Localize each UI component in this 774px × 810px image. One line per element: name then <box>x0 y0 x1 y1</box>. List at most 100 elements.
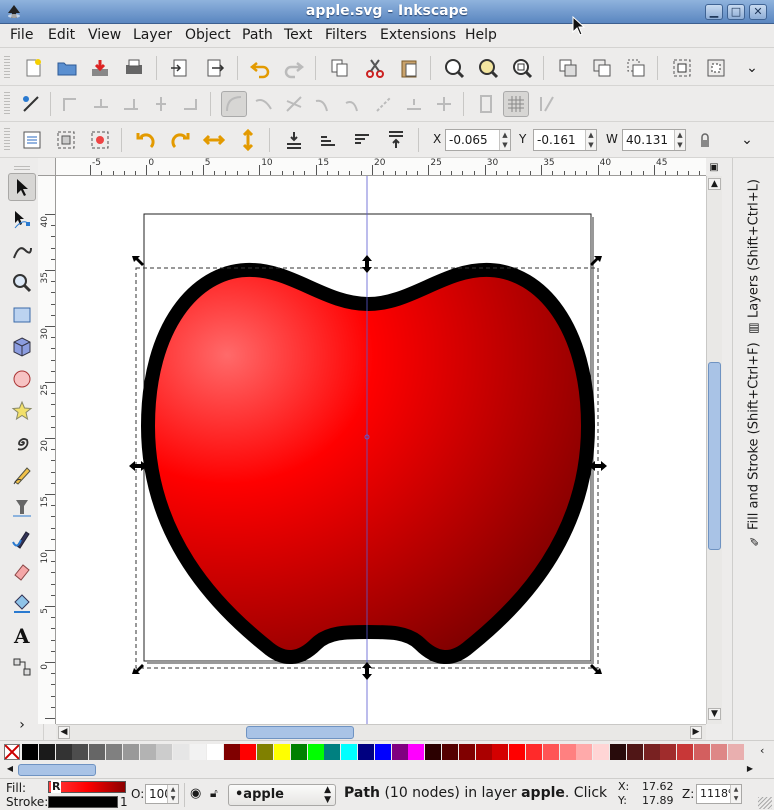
text-tool[interactable]: A <box>8 621 36 649</box>
color-swatch[interactable] <box>22 744 38 760</box>
spiral-tool[interactable] <box>8 429 36 457</box>
menu-object[interactable]: Object <box>185 27 231 43</box>
zoom-stepper[interactable]: ▲ ▼ <box>730 785 741 803</box>
palette-scroll-right[interactable]: ▶ <box>744 764 756 776</box>
color-swatch[interactable] <box>576 744 593 760</box>
paint-bucket-tool[interactable] <box>8 589 36 617</box>
color-swatch[interactable] <box>274 744 290 760</box>
apple-shape[interactable] <box>141 262 595 664</box>
color-swatch[interactable] <box>391 744 408 760</box>
cut-button[interactable] <box>362 55 388 81</box>
select-all-layers-button[interactable] <box>53 127 79 153</box>
3d-box-tool[interactable] <box>8 333 36 361</box>
palette-scrollbar[interactable]: ◀ ▶ <box>0 762 774 778</box>
snap-rotation-center-button[interactable] <box>431 91 457 117</box>
export-button[interactable] <box>201 55 227 81</box>
resize-grip[interactable] <box>758 797 772 809</box>
zoom-page-button[interactable] <box>509 55 535 81</box>
toolbar-grip[interactable] <box>4 56 10 80</box>
snap-bbox-button[interactable] <box>58 91 84 117</box>
menu-text[interactable]: Text <box>284 27 312 43</box>
snap-intersections-button[interactable] <box>281 91 307 117</box>
more-commands-button[interactable]: ⌄ <box>739 55 765 81</box>
calligraphy-tool[interactable] <box>8 525 36 553</box>
rotate-cw-button[interactable] <box>167 127 193 153</box>
x-field[interactable]: -0.065 ▲ ▼ <box>445 129 511 151</box>
color-swatch[interactable] <box>122 744 139 760</box>
color-swatch[interactable] <box>442 744 458 760</box>
drawing-canvas[interactable] <box>56 176 706 724</box>
snap-page-button[interactable] <box>473 91 499 117</box>
more-controls-button[interactable]: ⌄ <box>734 127 760 153</box>
zoom-selection-button[interactable] <box>441 55 467 81</box>
color-swatch[interactable] <box>374 744 391 760</box>
star-tool[interactable] <box>8 397 36 425</box>
menu-extensions[interactable]: Extensions <box>380 27 456 43</box>
color-swatch[interactable] <box>710 744 727 760</box>
toolbox-grip[interactable] <box>14 166 30 170</box>
color-swatch[interactable] <box>38 744 55 760</box>
menu-path[interactable]: Path <box>242 27 273 43</box>
ungroup-button[interactable] <box>703 55 729 81</box>
paste-button[interactable] <box>396 55 422 81</box>
deselect-button[interactable] <box>87 127 113 153</box>
opacity-field[interactable]: 100 ▲ ▼ <box>145 784 179 804</box>
rotate-ccw-button[interactable] <box>133 127 159 153</box>
new-document-button[interactable] <box>20 55 46 81</box>
clone-button[interactable] <box>589 55 615 81</box>
palette-scroll-left[interactable]: ◀ <box>4 764 16 776</box>
x-stepper[interactable]: ▲ ▼ <box>499 130 510 150</box>
menu-file[interactable]: File <box>10 27 33 43</box>
lock-layer-icon[interactable]: 🔓︎ <box>210 786 218 801</box>
color-swatch[interactable] <box>307 744 324 760</box>
menu-edit[interactable]: Edit <box>48 27 75 43</box>
color-swatch[interactable] <box>458 744 475 760</box>
color-swatch[interactable] <box>55 744 72 760</box>
lower-button[interactable] <box>315 127 341 153</box>
pen-tool[interactable] <box>8 493 36 521</box>
import-button[interactable] <box>167 55 193 81</box>
color-swatch[interactable] <box>139 744 156 760</box>
zoom-drawing-button[interactable] <box>475 55 501 81</box>
snap-toggle-button[interactable] <box>18 91 44 117</box>
color-swatch[interactable] <box>727 744 744 760</box>
snap-bbox-corner-button[interactable] <box>118 91 144 117</box>
connector-tool[interactable] <box>8 653 36 681</box>
title-bar[interactable]: apple.svg - Inkscape ▁ □ ✕ <box>0 0 774 24</box>
undo-button[interactable] <box>247 55 273 81</box>
w-stepper[interactable]: ▲ ▼ <box>674 130 685 150</box>
y-field[interactable]: -0.161 ▲ ▼ <box>533 129 597 151</box>
toolbar-grip[interactable] <box>4 92 10 116</box>
color-swatch[interactable] <box>206 744 223 760</box>
color-swatch[interactable] <box>643 744 660 760</box>
layer-dropdown[interactable]: •apple ▲ ▼ <box>228 784 336 806</box>
duplicate-button[interactable] <box>555 55 581 81</box>
scroll-right-button[interactable]: ▶ <box>690 726 702 739</box>
color-swatch[interactable] <box>593 744 610 760</box>
scroll-up-button[interactable]: ▲ <box>708 178 721 190</box>
menu-filters[interactable]: Filters <box>325 27 367 43</box>
toolbar-grip[interactable] <box>4 128 10 152</box>
menu-view[interactable]: View <box>88 27 121 43</box>
stroke-width-value[interactable]: 1 <box>120 795 128 809</box>
color-swatch[interactable] <box>492 744 509 760</box>
snap-object-center-button[interactable] <box>401 91 427 117</box>
color-swatch[interactable] <box>677 744 694 760</box>
color-swatch[interactable] <box>425 744 442 760</box>
color-swatch[interactable] <box>240 744 257 760</box>
horizontal-scroll-thumb[interactable] <box>246 726 354 739</box>
raise-button[interactable] <box>349 127 375 153</box>
unlink-clone-button[interactable] <box>623 55 649 81</box>
eye-visibility-icon[interactable]: ◉ <box>190 786 201 801</box>
layers-dock-tab[interactable]: ▤ Layers (Shift+Ctrl+L) <box>741 166 767 336</box>
vertical-ruler[interactable]: 40 35 30 25 20 15 10 5 0 <box>38 176 56 724</box>
color-swatch[interactable] <box>626 744 643 760</box>
node-tool[interactable] <box>8 205 36 233</box>
menu-layer[interactable]: Layer <box>133 27 172 43</box>
color-swatch[interactable] <box>173 744 190 760</box>
color-swatch[interactable] <box>341 744 358 760</box>
redo-button[interactable] <box>281 55 307 81</box>
color-swatch[interactable] <box>542 744 559 760</box>
maximize-button[interactable]: □ <box>727 4 745 20</box>
toolbox-overflow-button[interactable]: › <box>8 711 36 739</box>
